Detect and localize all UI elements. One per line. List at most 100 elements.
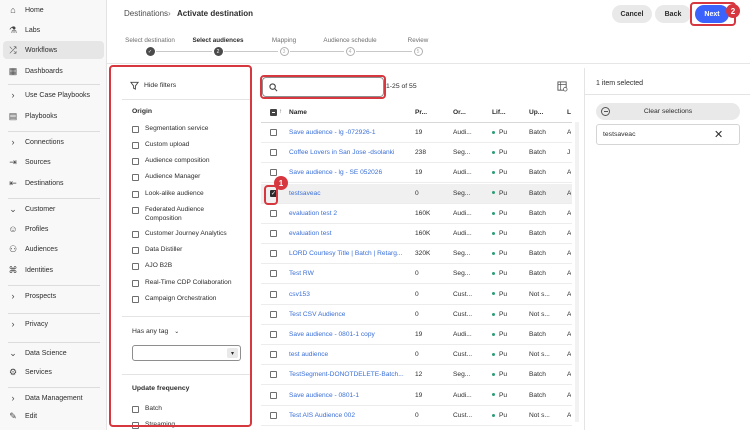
cell-name[interactable]: Test RW [289, 270, 314, 277]
table-row[interactable]: test audience 0 Cust... Pu Not s... A [261, 345, 572, 366]
nav-item-data-science[interactable]: ⌄ Data Science [0, 344, 107, 362]
origin-filter-option[interactable]: Real-Time CDP Collaboration [132, 279, 242, 288]
checkbox[interactable] [132, 231, 139, 238]
cell-name[interactable]: test audience [289, 351, 328, 358]
row-checkbox[interactable] [270, 411, 277, 419]
update-frequency-option[interactable]: Streaming [132, 421, 175, 430]
checkbox[interactable] [132, 158, 139, 165]
checkbox[interactable] [132, 174, 139, 181]
table-row[interactable]: TestSegment-DONOTDELETE-Batch... 12 Seg...… [261, 365, 572, 386]
nav-item-destinations[interactable]: ⇤ Destinations [0, 174, 107, 192]
cell-name[interactable]: Save audience - lg - SE 052026 [289, 169, 382, 176]
cancel-button[interactable]: Cancel [612, 5, 652, 23]
table-row[interactable]: Test RW 0 Seg... Pu Batch A [261, 264, 572, 285]
breadcrumb-destinations[interactable]: Destinations [124, 9, 168, 18]
origin-filter-option[interactable]: Data Distiller [132, 246, 242, 255]
scrollbar-track[interactable] [575, 122, 579, 422]
table-row[interactable]: ✓ testsaveac 0 Seg... Pu Batch A [261, 183, 572, 204]
checkbox[interactable] [132, 406, 139, 413]
row-checkbox[interactable] [270, 169, 277, 177]
row-checkbox[interactable] [270, 230, 277, 237]
nav-item-use-case-playbooks[interactable]: › Use Case Playbooks [0, 86, 107, 104]
checkbox[interactable] [132, 296, 139, 303]
table-row[interactable]: Test CSV Audience 0 Cust... Pu Not s... A [261, 305, 572, 325]
row-checkbox[interactable] [270, 310, 277, 318]
cell-name[interactable]: csv153 [289, 291, 310, 298]
table-row[interactable]: Save audience - lg - SE 052026 19 Audi... P… [261, 163, 572, 184]
row-checkbox[interactable] [270, 371, 277, 379]
clear-selections-button[interactable]: Clear selections [596, 103, 740, 120]
cell-name[interactable]: evaluation test 2 [289, 210, 337, 217]
column-name[interactable]: Name [289, 109, 307, 116]
checkbox[interactable] [132, 191, 139, 198]
origin-filter-option[interactable]: Audience composition [132, 157, 242, 166]
next-button[interactable]: Next [695, 5, 729, 23]
checkbox[interactable] [132, 247, 139, 254]
nav-item-audiences[interactable]: ⚇ Audiences [0, 240, 107, 258]
column-origin[interactable]: Or... [453, 109, 466, 116]
hide-filters-button[interactable]: Hide filters [130, 81, 176, 90]
column-last[interactable]: L [567, 109, 571, 116]
nav-item-connections[interactable]: › Connections [0, 133, 107, 151]
search-input[interactable] [262, 77, 384, 97]
nav-item-labs[interactable]: ⚗ Labs [0, 21, 107, 39]
nav-item-identities[interactable]: ⌘ Identities [0, 261, 107, 279]
origin-filter-option[interactable]: Look-alike audience [132, 190, 242, 199]
row-checkbox[interactable] [270, 290, 277, 298]
row-checkbox[interactable]: ✓ [270, 189, 277, 197]
checkbox[interactable] [132, 142, 139, 149]
cell-name[interactable]: TestSegment-DONOTDELETE-Batch... [289, 371, 404, 378]
nav-item-data-management[interactable]: › Data Management [0, 389, 107, 407]
origin-filter-option[interactable]: Federated Audience Composition [132, 206, 242, 223]
table-row[interactable]: Test AIS Audience 002 0 Cust... Pu Not s... A [261, 406, 572, 426]
remove-item-icon[interactable]: ✕ [714, 128, 723, 141]
origin-filter-option[interactable]: Segmentation service [132, 125, 242, 134]
origin-filter-option[interactable]: Campaign Orchestration [132, 295, 242, 304]
row-checkbox[interactable] [270, 149, 277, 157]
checkbox[interactable] [132, 263, 139, 270]
row-checkbox[interactable] [270, 250, 277, 258]
table-row[interactable]: Save audience - 0801-1 19 Audi... Pu Batch A [261, 386, 572, 406]
checkbox[interactable] [132, 422, 139, 429]
origin-filter-option[interactable]: Customer Journey Analytics [132, 230, 242, 239]
row-checkbox[interactable] [270, 209, 277, 217]
cell-name[interactable]: Coffee Lovers in San Jose -dsolanki [289, 149, 394, 156]
checkbox[interactable] [132, 280, 139, 287]
nav-item-profiles[interactable]: ☺ Profiles [0, 220, 107, 238]
table-row[interactable]: Save audience - lg -072926-1 19 Audi... Pu B… [261, 123, 572, 143]
cell-name[interactable]: evaluation test [289, 230, 332, 237]
row-checkbox[interactable] [270, 129, 277, 136]
nav-item-home[interactable]: ⌂ Home [0, 1, 107, 19]
nav-item-dashboards[interactable]: ▦ Dashboards [0, 62, 107, 80]
nav-item-services[interactable]: ⚙ Services [0, 363, 107, 381]
table-row[interactable]: Save audience - 0801-1 copy 19 Audi... Pu Ba… [261, 325, 572, 345]
nav-item-playbooks[interactable]: ▤ Playbooks [0, 107, 107, 125]
row-checkbox[interactable] [270, 351, 277, 359]
table-row[interactable]: LORD Courtesy Title | Batch | Retarg... 3… [261, 244, 572, 265]
table-row[interactable]: evaluation test 160K Audi... Pu Batch A [261, 224, 572, 244]
has-any-tag-dropdown[interactable]: Has any tag ⌄ [132, 328, 179, 335]
column-settings-icon[interactable] [557, 81, 568, 92]
column-profiles[interactable]: Pr... [415, 109, 427, 116]
update-frequency-option[interactable]: Batch [132, 405, 162, 414]
table-row[interactable]: evaluation test 2 160K Audi... Pu Batch A [261, 204, 572, 224]
nav-item-privacy[interactable]: › Privacy [0, 315, 107, 333]
cell-name[interactable]: Test CSV Audience [289, 311, 345, 318]
column-lifecycle[interactable]: Lif... [492, 109, 506, 116]
cell-name[interactable]: LORD Courtesy Title | Batch | Retarg... [289, 250, 402, 257]
cell-name[interactable]: Save audience - 0801-1 copy [289, 331, 375, 338]
column-update[interactable]: Up... [529, 109, 543, 116]
edit-nav-button[interactable]: ✎ Edit [0, 407, 107, 425]
cell-name[interactable]: Save audience - lg -072926-1 [289, 129, 376, 136]
nav-item-sources[interactable]: ⇥ Sources [0, 153, 107, 171]
select-all-checkbox[interactable] [270, 109, 277, 116]
row-checkbox[interactable] [270, 391, 277, 399]
back-button[interactable]: Back [655, 5, 691, 23]
nav-item-customer[interactable]: ⌄ Customer [0, 200, 107, 218]
origin-filter-option[interactable]: AJO B2B [132, 262, 242, 271]
cell-name[interactable]: testsaveac [289, 190, 321, 197]
cell-name[interactable]: Test AIS Audience 002 [289, 412, 355, 419]
table-row[interactable]: csv153 0 Cust... Pu Not s... A [261, 285, 572, 305]
checkbox[interactable] [132, 207, 139, 214]
nav-item-prospects[interactable]: › Prospects [0, 287, 107, 305]
